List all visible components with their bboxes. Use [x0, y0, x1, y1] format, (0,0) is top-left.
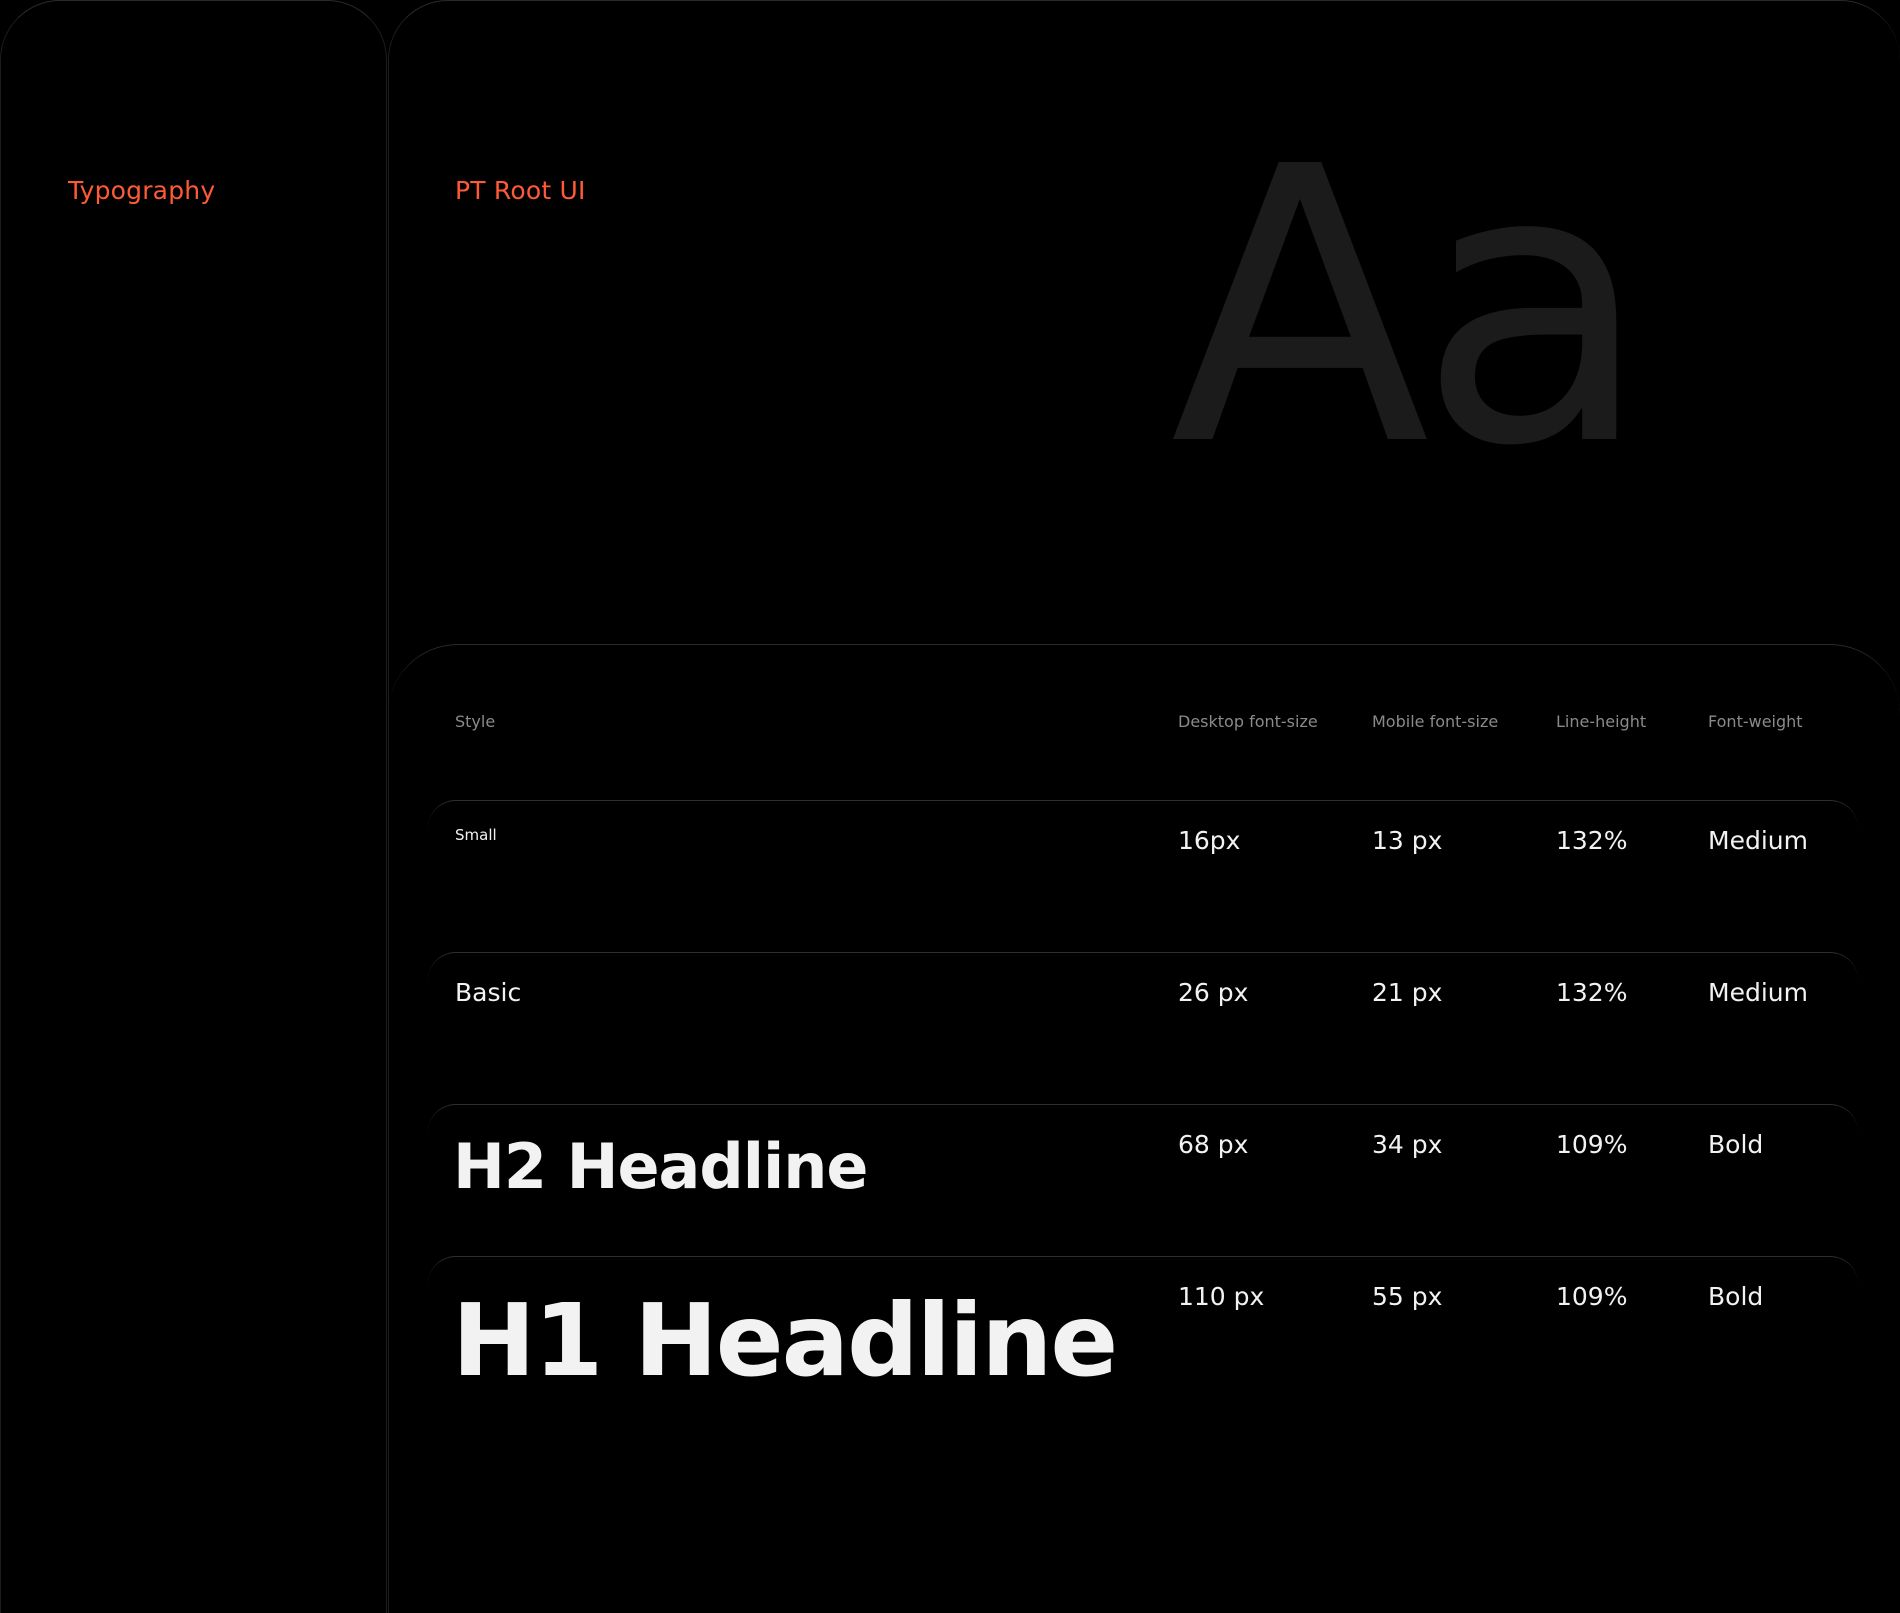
- table-row: [428, 952, 1858, 1103]
- line-height: 132%: [1556, 978, 1628, 1007]
- header-desktop-size: Desktop font-size: [1178, 712, 1318, 731]
- line-height: 109%: [1556, 1130, 1628, 1159]
- header-mobile-size: Mobile font-size: [1372, 712, 1499, 731]
- header-style: Style: [455, 712, 496, 731]
- style-name: Small: [455, 826, 497, 844]
- desktop-size: 26 px: [1178, 978, 1249, 1007]
- style-name: H2 Headline: [453, 1130, 868, 1203]
- line-height: 109%: [1556, 1282, 1628, 1311]
- header-line-height: Line-height: [1556, 712, 1647, 731]
- font-weight: Medium: [1708, 826, 1808, 855]
- font-name: PT Root UI: [455, 176, 586, 205]
- desktop-size: 68 px: [1178, 1130, 1249, 1159]
- glyph-sample: Aa: [1170, 86, 1651, 529]
- mobile-size: 34 px: [1372, 1130, 1443, 1159]
- mobile-size: 55 px: [1372, 1282, 1443, 1311]
- font-weight: Bold: [1708, 1282, 1764, 1311]
- font-weight: Medium: [1708, 978, 1808, 1007]
- style-name: H1 Headline: [452, 1282, 1118, 1399]
- style-name: Basic: [455, 978, 522, 1007]
- mobile-size: 21 px: [1372, 978, 1443, 1007]
- desktop-size: 16px: [1178, 826, 1241, 855]
- mobile-size: 13 px: [1372, 826, 1443, 855]
- line-height: 132%: [1556, 826, 1628, 855]
- desktop-size: 110 px: [1178, 1282, 1265, 1311]
- font-weight: Bold: [1708, 1130, 1764, 1159]
- left-panel: [0, 0, 387, 1613]
- header-font-weight: Font-weight: [1708, 712, 1803, 731]
- table-row: [428, 800, 1858, 951]
- section-title: Typography: [68, 176, 216, 205]
